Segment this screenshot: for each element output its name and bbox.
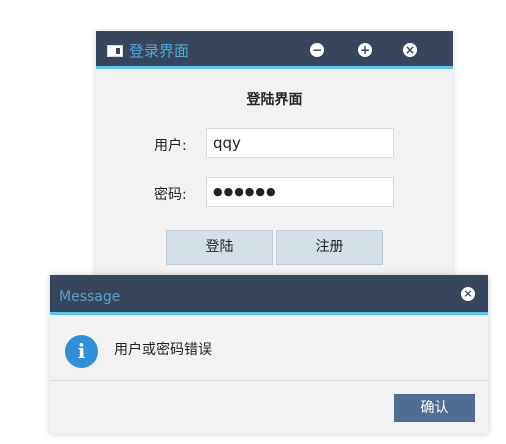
message-title: Message	[59, 289, 121, 305]
message-dialog: Message × i 用户或密码错误 确认	[50, 275, 488, 434]
maximize-icon[interactable]: +	[358, 43, 372, 57]
message-text: 用户或密码错误	[114, 342, 212, 358]
close-icon[interactable]: ×	[461, 287, 475, 301]
window-app-icon	[107, 45, 123, 57]
password-label: 密码:	[154, 187, 187, 203]
login-button[interactable]: 登陆	[166, 230, 273, 265]
login-heading: 登陆界面	[246, 92, 303, 108]
divider	[50, 380, 488, 381]
ok-button[interactable]: 确认	[394, 394, 475, 422]
message-titlebar[interactable]: Message ×	[50, 275, 488, 315]
user-label: 用户:	[154, 138, 187, 154]
info-icon: i	[65, 335, 98, 368]
login-window-title: 登录界面	[129, 42, 190, 60]
login-titlebar[interactable]: 登录界面 − + ×	[96, 31, 453, 69]
close-icon[interactable]: ×	[403, 43, 417, 57]
register-button[interactable]: 注册	[276, 230, 383, 265]
user-input[interactable]: qqy	[206, 128, 394, 158]
minimize-icon[interactable]: −	[310, 43, 324, 57]
password-input[interactable]: ●●●●●●	[206, 177, 394, 207]
